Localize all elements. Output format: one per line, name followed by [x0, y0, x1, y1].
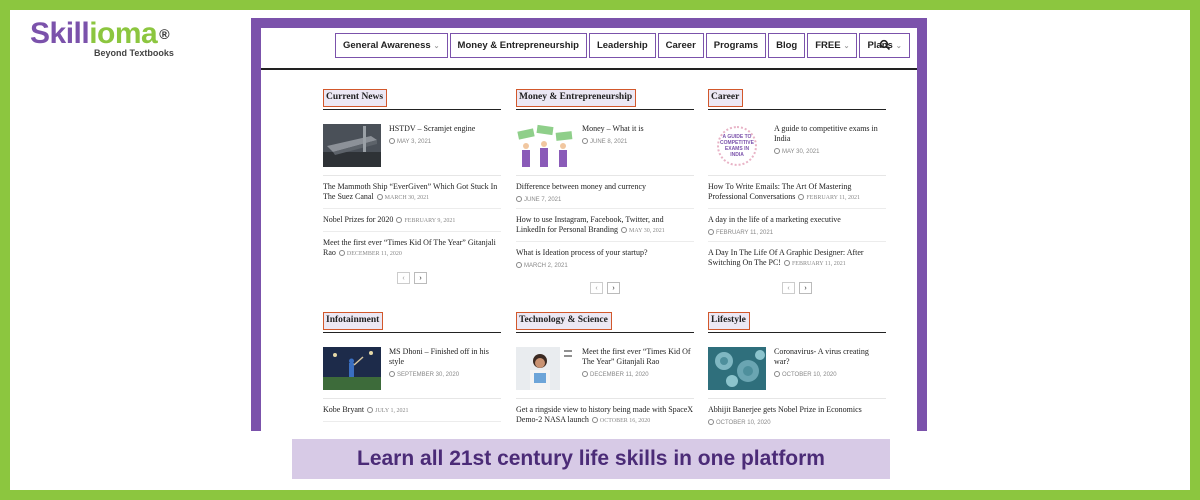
clock-icon — [516, 262, 522, 268]
post-date: OCTOBER 10, 2020 — [774, 371, 886, 378]
section-infotainment: Infotainment MS Dhoni – Finished off in … — [323, 311, 501, 422]
post-date: JUNE 8, 2021 — [582, 138, 644, 145]
clock-icon — [774, 148, 780, 154]
nav-general-awareness[interactable]: General Awareness ⌄ — [335, 33, 448, 58]
nav-free[interactable]: FREE ⌄ — [807, 33, 858, 58]
section-title[interactable]: Technology & Science — [516, 312, 612, 330]
clock-icon — [783, 260, 790, 266]
clock-icon — [774, 371, 780, 377]
coronavirus-thumbnail[interactable] — [708, 347, 766, 390]
featured-post[interactable]: A GUIDE TO COMPETITIVE EXAMS IN INDIA A … — [708, 124, 886, 176]
list-item[interactable]: How To Write Emails: The Art Of Masterin… — [708, 176, 886, 209]
clock-icon — [367, 407, 374, 413]
list-item[interactable]: Abhijit Banerjee gets Nobel Prize in Eco… — [708, 399, 886, 431]
nav-programs[interactable]: Programs — [705, 33, 767, 58]
prev-page-button[interactable]: ‹ — [590, 282, 603, 294]
pagination: ‹ › — [708, 282, 886, 294]
featured-post[interactable]: MS Dhoni – Finished off in his style SEP… — [323, 347, 501, 399]
section-title[interactable]: Career — [708, 89, 744, 107]
post-title[interactable]: A guide to competitive exams in India — [774, 124, 886, 144]
featured-post[interactable]: Money – What it is JUNE 8, 2021 — [516, 124, 694, 176]
list-item[interactable]: Meet the first ever “Times Kid Of The Ye… — [323, 232, 501, 264]
section-lifestyle: Lifestyle Coronavirus- A virus creating … — [708, 311, 886, 431]
post-date: MAY 30, 2021 — [774, 148, 886, 155]
main-nav: General Awareness ⌄ Money & Entrepreneurs… — [261, 28, 917, 70]
clock-icon — [338, 250, 345, 256]
list-item[interactable]: The Mammoth Ship “EverGiven” Which Got S… — [323, 176, 501, 209]
post-date: SEPTEMBER 30, 2020 — [389, 371, 501, 378]
scramjet-thumbnail[interactable] — [323, 124, 381, 167]
nav-career[interactable]: Career — [657, 33, 704, 58]
money-thumbnail[interactable] — [516, 124, 574, 167]
clock-icon — [389, 371, 395, 377]
pagination: ‹ › — [516, 282, 694, 294]
exams-thumbnail[interactable]: A GUIDE TO COMPETITIVE EXAMS IN INDIA — [708, 124, 766, 167]
nav-blog[interactable]: Blog — [768, 33, 806, 58]
next-page-button[interactable]: › — [799, 282, 812, 294]
website-page: General Awareness ⌄ Money & Entrepreneurs… — [261, 28, 917, 431]
list-item[interactable]: What is Ideation process of your startup… — [516, 242, 694, 274]
logo-tagline: Beyond Textbooks — [94, 48, 174, 58]
tagline-banner: Learn all 21st century life skills in on… — [292, 439, 890, 479]
post-title[interactable]: MS Dhoni – Finished off in his style — [389, 347, 501, 367]
section-title[interactable]: Current News — [323, 89, 388, 107]
chevron-down-icon: ⌄ — [843, 42, 850, 50]
cricket-thumbnail[interactable] — [323, 347, 381, 390]
featured-post[interactable]: HSTDV – Scramjet engine MAY 3, 2021 — [323, 124, 501, 176]
post-title[interactable]: Coronavirus- A virus creating war? — [774, 347, 886, 367]
section-title[interactable]: Money & Entrepreneurship — [516, 89, 637, 107]
gitanjali-thumbnail[interactable] — [516, 347, 574, 390]
featured-post[interactable]: Coronavirus- A virus creating war? OCTOB… — [708, 347, 886, 399]
exams-thumbnail-text: A GUIDE TO COMPETITIVE EXAMS IN INDIA — [717, 125, 757, 166]
section-technology: Technology & Science Meet the first ever… — [516, 311, 694, 431]
clock-icon — [708, 229, 714, 235]
prev-page-button[interactable]: ‹ — [782, 282, 795, 294]
list-item[interactable]: A day in the life of a marketing executi… — [708, 209, 886, 242]
section-current-news: Current News HSTDV – Scramjet engine MAY… — [323, 88, 501, 284]
post-title[interactable]: Meet the first ever “Times Kid Of The Ye… — [582, 347, 694, 367]
section-career: Career A GUIDE TO COMPETITIVE EXAMS IN I… — [708, 88, 886, 294]
section-title[interactable]: Infotainment — [323, 312, 384, 330]
skillioma-logo[interactable]: Skillioma ® Beyond Textbooks — [30, 17, 174, 59]
post-title[interactable]: HSTDV – Scramjet engine — [389, 124, 475, 134]
clock-icon — [376, 194, 383, 200]
list-item[interactable]: Get a ringside view to history being mad… — [516, 399, 694, 431]
prev-page-button[interactable]: ‹ — [397, 272, 410, 284]
logo-wordmark: Skillioma ® — [30, 17, 170, 50]
list-item[interactable]: How to use Instagram, Facebook, Twitter,… — [516, 209, 694, 242]
next-page-button[interactable]: › — [414, 272, 427, 284]
featured-post[interactable]: Meet the first ever “Times Kid Of The Ye… — [516, 347, 694, 399]
clock-icon — [582, 138, 588, 144]
list-item[interactable]: Nobel Prizes for 2020 FEBRUARY 9, 2021 — [323, 209, 501, 232]
clock-icon — [582, 371, 588, 377]
section-money: Money & Entrepreneurship Money – What it… — [516, 88, 694, 294]
tagline-text: Learn all 21st century life skills in on… — [357, 447, 825, 470]
section-title[interactable]: Lifestyle — [708, 312, 750, 330]
nav-money-entrepreneurship[interactable]: Money & Entrepreneurship — [449, 33, 587, 58]
clock-icon — [620, 227, 627, 233]
website-screenshot: General Awareness ⌄ Money & Entrepreneurs… — [251, 18, 927, 431]
clock-icon — [516, 196, 522, 202]
search-icon[interactable] — [879, 39, 891, 51]
pagination: ‹ › — [323, 272, 501, 284]
clock-icon — [591, 417, 598, 423]
list-item[interactable]: A Day In The Life Of A Graphic Designer:… — [708, 242, 886, 274]
next-page-button[interactable]: › — [607, 282, 620, 294]
clock-icon — [798, 194, 805, 200]
nav-leadership[interactable]: Leadership — [588, 33, 656, 58]
post-date: DECEMBER 11, 2020 — [582, 371, 694, 378]
list-item[interactable]: Kobe Bryant JULY 1, 2021 — [323, 399, 501, 422]
list-item[interactable]: Difference between money and currency JUN… — [516, 176, 694, 209]
post-date: MAY 3, 2021 — [389, 138, 475, 145]
post-title[interactable]: Money – What it is — [582, 124, 644, 134]
clock-icon — [396, 217, 403, 223]
clock-icon — [389, 138, 395, 144]
clock-icon — [708, 419, 714, 425]
chevron-down-icon: ⌄ — [895, 42, 902, 50]
chevron-down-icon: ⌄ — [433, 42, 440, 50]
